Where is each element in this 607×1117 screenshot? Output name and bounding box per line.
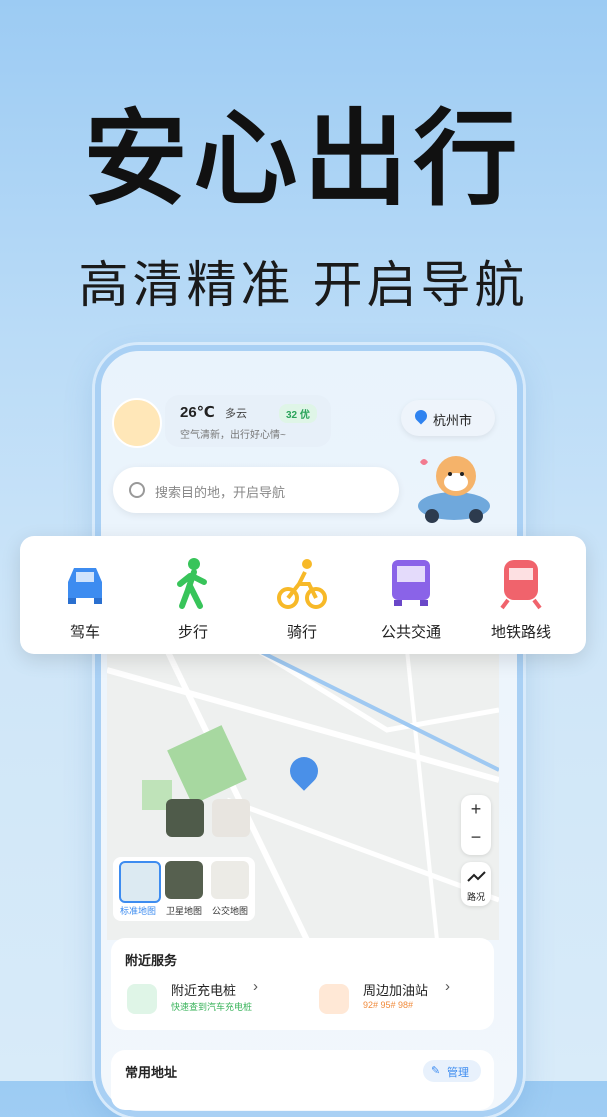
charging-station-icon	[127, 984, 157, 1014]
mode-transit-label: 公共交通	[380, 624, 441, 641]
search-input[interactable]: 搜索目的地，开启导航	[113, 467, 399, 513]
headline-title: 安心出行	[83, 102, 524, 218]
traffic-toggle[interactable]: 路况	[461, 862, 491, 906]
zoom-control: + −	[461, 795, 491, 855]
bus-map-label: 公交地图	[211, 906, 248, 916]
mode-transit[interactable]: 公共交通	[356, 556, 466, 646]
satellite-map-label: 卫星地图	[165, 906, 202, 916]
mode-walk-label: 步行	[177, 624, 208, 641]
services-title: 附近服务	[125, 953, 178, 968]
mode-subway[interactable]: 地铁路线	[466, 556, 576, 646]
headline-subtitle: 高清精准 开启导航	[78, 257, 529, 313]
gas-station-arrow: ›	[445, 978, 450, 995]
mode-subway-label: 地铁路线	[490, 624, 551, 641]
weather-condition: 多云	[225, 408, 247, 420]
aqi-badge: 32 优	[279, 404, 317, 423]
dog-car-mascot-icon	[418, 456, 490, 523]
gas-station-sub: 92# 95# 98#	[363, 1000, 414, 1010]
bus-map-layer[interactable]	[211, 861, 249, 899]
bicycle-icon	[277, 559, 327, 609]
manage-button[interactable]: ✎ 管理	[423, 1060, 481, 1082]
travel-mode-bar: 驾车 步行 骑行 公共交通 地铁路线	[20, 536, 586, 654]
mode-cycle-label: 骑行	[286, 624, 317, 641]
gas-station-label: 周边加油站	[363, 983, 429, 998]
common-addresses-card: 常用地址 ✎ 管理	[111, 1050, 494, 1110]
map-layer-picker: 标准地图 卫星地图 公交地图	[113, 857, 255, 921]
mode-drive-label: 驾车	[69, 624, 100, 641]
pencil-icon: ✎	[431, 1065, 441, 1077]
search-icon	[129, 482, 145, 498]
mode-cycle[interactable]: 骑行	[247, 556, 357, 646]
charging-station-item[interactable]: 附近充电桩 › 快速查到汽车充电桩	[123, 976, 303, 1020]
subway-icon	[500, 560, 542, 610]
zoom-in-button[interactable]: +	[461, 799, 491, 820]
charging-station-sub: 快速查到汽车充电桩	[171, 1002, 253, 1012]
location-pin-icon	[412, 407, 430, 425]
air-quality-note: 空气清新，出行好心情~	[180, 430, 286, 441]
mode-walk[interactable]: 步行	[138, 556, 248, 646]
mode-drive[interactable]: 驾车	[30, 556, 140, 646]
common-title: 常用地址	[125, 1065, 178, 1080]
gas-station-item[interactable]: 周边加油站 › 92# 95# 98#	[313, 976, 489, 1020]
avatar[interactable]	[112, 398, 162, 448]
gas-pump-icon	[319, 984, 349, 1014]
satellite-map-layer[interactable]	[165, 861, 203, 899]
charging-station-arrow: ›	[253, 978, 258, 995]
map-thumb-satellite	[166, 799, 204, 837]
zoom-out-button[interactable]: −	[461, 827, 491, 848]
traffic-label: 路况	[466, 892, 485, 902]
walking-person-icon	[177, 558, 207, 609]
standard-map-layer[interactable]	[119, 861, 161, 903]
car-icon	[68, 568, 102, 604]
map-thumb-bus	[212, 799, 250, 837]
standard-map-label: 标准地图	[119, 906, 156, 916]
charging-station-label: 附近充电桩	[171, 983, 237, 998]
city-label: 杭州市	[433, 413, 473, 428]
weather-temperature: 26℃	[180, 404, 215, 421]
city-selector[interactable]: 杭州市	[401, 400, 495, 436]
search-placeholder: 搜索目的地，开启导航	[155, 485, 286, 500]
bus-icon	[392, 560, 430, 606]
traffic-trend-icon	[467, 871, 486, 882]
manage-label: 管理	[447, 1067, 469, 1079]
nearby-services-card: 附近服务 附近充电桩 › 快速查到汽车充电桩 周边加油站 › 92# 95# 9…	[111, 938, 494, 1030]
